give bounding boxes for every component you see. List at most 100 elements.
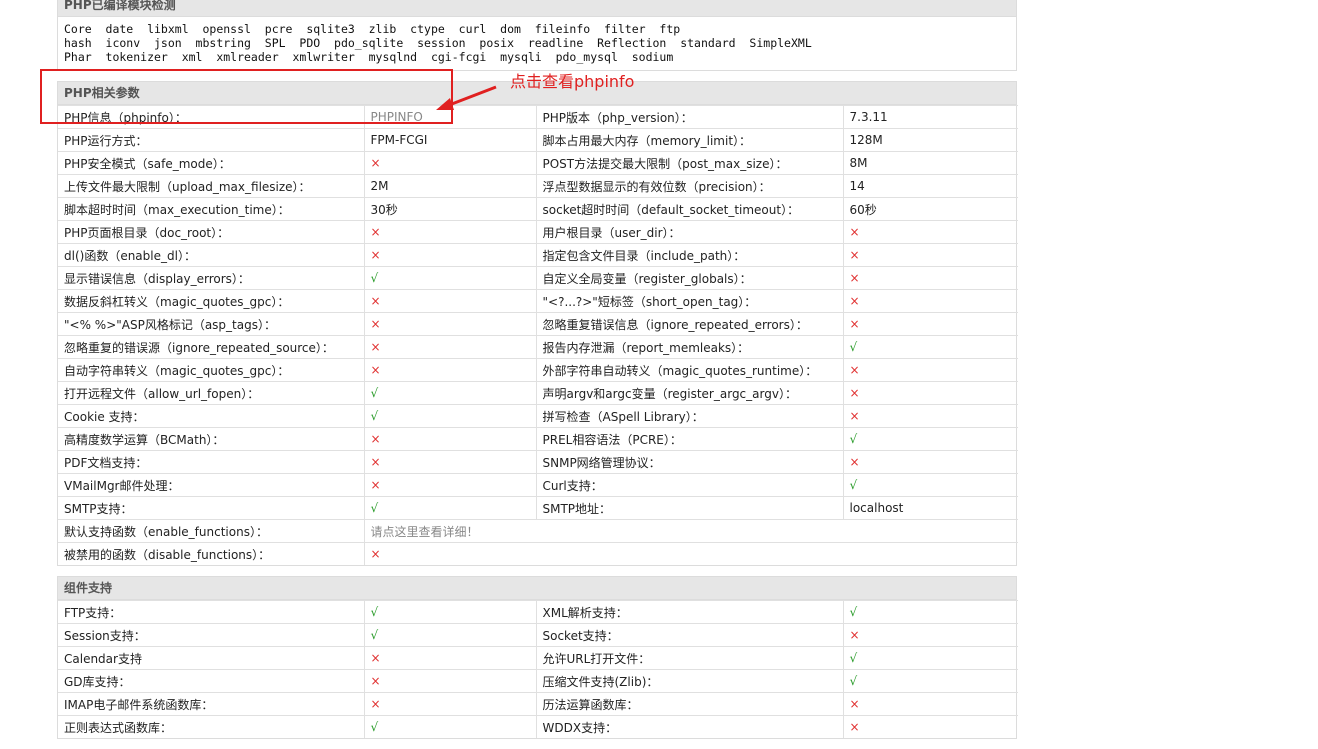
row-value: × <box>364 450 537 474</box>
row-value: √ <box>843 600 1018 624</box>
row-value: × <box>843 623 1018 647</box>
row-value: × <box>843 358 1018 382</box>
table-row: SMTP支持： √ SMTP地址： localhost <box>58 496 1018 520</box>
components-section: 组件支持 FTP支持： √ XML解析支持： √ Session支持： √ Socket支持… <box>57 576 1018 739</box>
row-label: XML解析支持： <box>536 600 844 624</box>
row-label: PHP页面根目录（doc_root）： <box>58 220 365 244</box>
row-label: 用户根目录（user_dir）： <box>536 220 844 244</box>
row-value: √ <box>364 600 537 624</box>
row-label: 数据反斜杠转义（magic_quotes_gpc）： <box>58 289 365 313</box>
row-value: × <box>843 404 1018 428</box>
row-label: Session支持： <box>58 623 365 647</box>
row-value: × <box>364 669 537 693</box>
compiled-modules-title: PHP已编译模块检测 <box>58 0 1016 17</box>
row-value: FPM-FCGI <box>364 128 537 152</box>
row-label: 压缩文件支持(Zlib)： <box>536 669 844 693</box>
row-label: 上传文件最大限制（upload_max_filesize）： <box>58 174 365 198</box>
row-value: 30秒 <box>364 197 537 221</box>
table-row: PDF文档支持： × SNMP网络管理协议： × <box>58 450 1018 474</box>
components-title: 组件支持 <box>58 577 1016 600</box>
table-row: 上传文件最大限制（upload_max_filesize）： 2M 浮点型数据显示的… <box>58 174 1018 198</box>
row-label: 忽略重复的错误源（ignore_repeated_source）： <box>58 335 365 359</box>
table-row: 打开远程文件（allow_url_fopen）： √ 声明argv和argc变量（r… <box>58 381 1018 405</box>
row-value: × <box>364 243 537 267</box>
row-label: 高精度数学运算（BCMath）： <box>58 427 365 451</box>
modules-line: Phar tokenizer xml xmlreader xmlwriter m… <box>64 50 674 64</box>
table-row: GD库支持： × 压缩文件支持(Zlib)： √ <box>58 669 1018 693</box>
table-row: 脚本超时时间（max_execution_time）： 30秒 socket超时时间… <box>58 197 1018 221</box>
components-table: FTP支持： √ XML解析支持： √ Session支持： √ Socket支持： × Cal… <box>58 600 1018 738</box>
php-params-table: PHP信息（phpinfo）： PHPINFO PHP版本（php_version）… <box>58 105 1018 565</box>
row-label: PHP安全模式（safe_mode）： <box>58 151 365 175</box>
row-label: 声明argv和argc变量（register_argc_argv）： <box>536 381 844 405</box>
row-value: × <box>364 542 1018 565</box>
table-row: 数据反斜杠转义（magic_quotes_gpc）： × "<?...?>"短标签（… <box>58 289 1018 313</box>
row-value: √ <box>843 669 1018 693</box>
row-label: "<?...?>"短标签（short_open_tag）： <box>536 289 844 313</box>
row-value: × <box>364 646 537 670</box>
row-label: SMTP地址： <box>536 496 844 520</box>
row-value: √ <box>843 335 1018 359</box>
row-value: 8M <box>843 151 1018 175</box>
row-value: × <box>843 692 1018 716</box>
table-row: 自动字符串转义（magic_quotes_gpc）： × 外部字符串自动转义（mag… <box>58 358 1018 382</box>
row-value: × <box>364 335 537 359</box>
row-value: × <box>843 450 1018 474</box>
row-value: × <box>364 473 537 497</box>
modules-line: Core date libxml openssl pcre sqlite3 zl… <box>64 22 681 36</box>
row-value: × <box>364 220 537 244</box>
row-label: 脚本占用最大内存（memory_limit）： <box>536 128 844 152</box>
row-label: 默认支持函数（enable_functions）： <box>58 519 365 543</box>
row-value: 128M <box>843 128 1018 152</box>
php-params-section: PHP相关参数 PHP信息（phpinfo）： PHPINFO PHP版本（php_… <box>57 81 1018 566</box>
row-label: socket超时时间（default_socket_timeout）： <box>536 197 844 221</box>
row-label: 自动字符串转义（magic_quotes_gpc）： <box>58 358 365 382</box>
row-value: × <box>364 358 537 382</box>
row-value: × <box>364 289 537 313</box>
table-row: PHP页面根目录（doc_root）： × 用户根目录（user_dir）： × <box>58 220 1018 244</box>
row-label: SMTP支持： <box>58 496 365 520</box>
table-row: 被禁用的函数（disable_functions）： × <box>58 542 1018 565</box>
table-row: IMAP电子邮件系统函数库： × 历法运算函数库： × <box>58 692 1018 716</box>
table-row: dl()函数（enable_dl）： × 指定包含文件目录（include_path… <box>58 243 1018 267</box>
row-label: PHP运行方式： <box>58 128 365 152</box>
row-label: 历法运算函数库： <box>536 692 844 716</box>
row-value: √ <box>364 404 537 428</box>
row-value: √ <box>843 646 1018 670</box>
row-label: Socket支持： <box>536 623 844 647</box>
row-label: 被禁用的函数（disable_functions）： <box>58 542 365 565</box>
row-label: 自定义全局变量（register_globals）： <box>536 266 844 290</box>
row-label: PREL相容语法（PCRE）： <box>536 427 844 451</box>
row-label: SNMP网络管理协议： <box>536 450 844 474</box>
table-row: PHP安全模式（safe_mode）： × POST方法提交最大限制（post_ma… <box>58 151 1018 175</box>
row-label: 允许URL打开文件： <box>536 646 844 670</box>
row-label: 打开远程文件（allow_url_fopen）： <box>58 381 365 405</box>
row-label: 指定包含文件目录（include_path）： <box>536 243 844 267</box>
table-row: "<% %>"ASP风格标记（asp_tags）： × 忽略重复错误信息（ignor… <box>58 312 1018 336</box>
row-value: × <box>843 220 1018 244</box>
row-label: PDF文档支持： <box>58 450 365 474</box>
row-value: 7.3.11 <box>843 105 1018 129</box>
row-value: 60秒 <box>843 197 1018 221</box>
row-value: × <box>364 312 537 336</box>
row-label: WDDX支持： <box>536 715 844 738</box>
row-value: × <box>843 381 1018 405</box>
row-label: IMAP电子邮件系统函数库： <box>58 692 365 716</box>
row-value: × <box>843 312 1018 336</box>
row-label: 脚本超时时间（max_execution_time）： <box>58 197 365 221</box>
row-label: 显示错误信息（display_errors）： <box>58 266 365 290</box>
enable-functions-link[interactable]: 请点这里查看详细！ <box>364 519 1018 543</box>
table-row: 正则表达式函数库： √ WDDX支持： × <box>58 715 1018 738</box>
table-row: Cookie 支持： √ 拼写检查（ASpell Library）： × <box>58 404 1018 428</box>
row-value: √ <box>364 715 537 738</box>
row-value: × <box>364 427 537 451</box>
row-value: × <box>843 715 1018 738</box>
row-label: 拼写检查（ASpell Library）： <box>536 404 844 428</box>
table-row: 默认支持函数（enable_functions）： 请点这里查看详细！ <box>58 519 1018 543</box>
row-label: POST方法提交最大限制（post_max_size）： <box>536 151 844 175</box>
row-label: 正则表达式函数库： <box>58 715 365 738</box>
table-row: VMailMgr邮件处理： × Curl支持： √ <box>58 473 1018 497</box>
row-label: 浮点型数据显示的有效位数（precision）： <box>536 174 844 198</box>
row-label: 报告内存泄漏（report_memleaks）： <box>536 335 844 359</box>
row-value: localhost <box>843 496 1018 520</box>
